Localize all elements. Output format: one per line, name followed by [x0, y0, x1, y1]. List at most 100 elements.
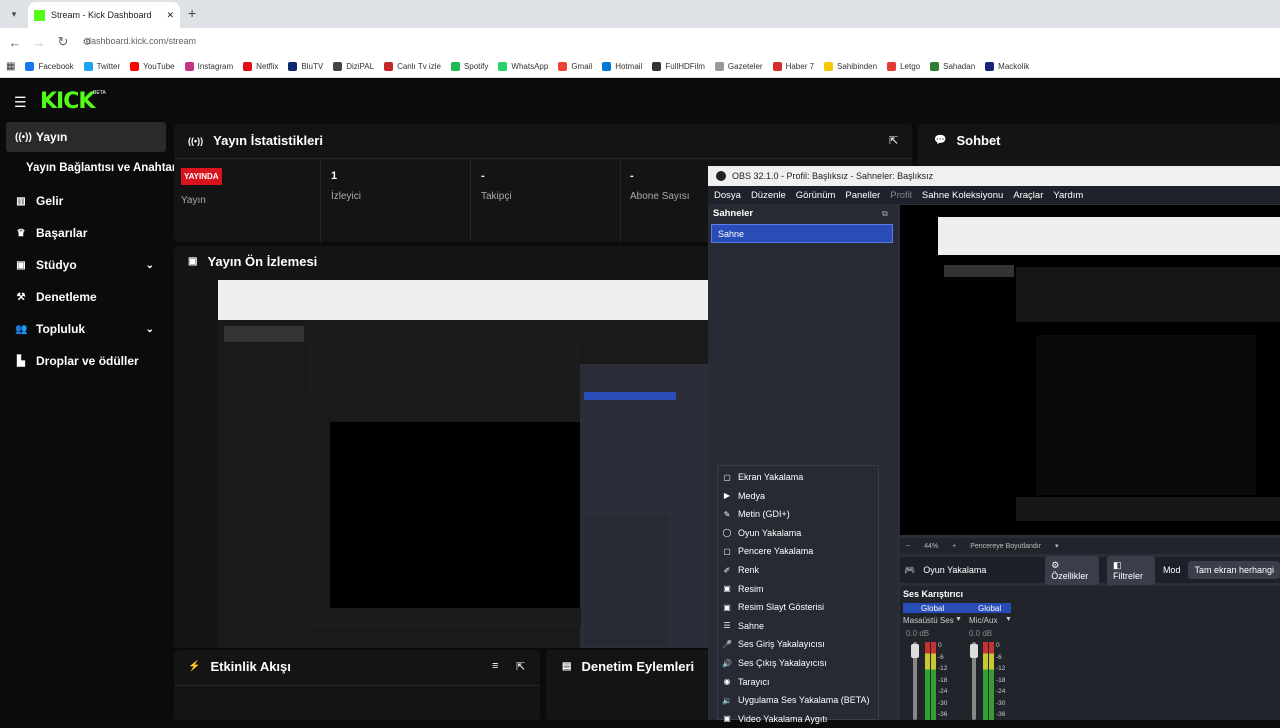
filter-icon: ◧: [1112, 559, 1122, 570]
meter-tick: -6: [996, 653, 1002, 661]
menu-item-source[interactable]: 🔊 Ses Çıkış Yakalayıcısı: [722, 654, 827, 672]
mode-select[interactable]: Tam ekran herhangi: [1188, 561, 1280, 579]
source-type-icon: ▣: [723, 602, 731, 612]
bookmark-icon: [498, 62, 508, 71]
menu-item-source[interactable]: 🎤 Ses Giriş Yakalayıcısı: [722, 635, 825, 653]
bookmark-10[interactable]: Gmail: [558, 62, 592, 71]
source-type-icon: ✎: [723, 509, 731, 519]
expand-icon[interactable]: ⇱: [516, 660, 525, 673]
meter-scale: 0 -6 -12 -18 -24 -30 -36: [938, 640, 952, 721]
kick-logo[interactable]: KICK: [40, 89, 95, 114]
obs-menu-item[interactable]: Araçlar: [1013, 190, 1043, 201]
trophy-icon: ♛: [16, 227, 26, 239]
properties-button[interactable]: ⚙ Özellikler: [1045, 555, 1099, 585]
obs-menu-item[interactable]: Profil: [890, 190, 912, 201]
bookmark-1[interactable]: Twitter: [83, 62, 121, 71]
browser-tab[interactable]: Stream - Kick Dashboard ✕: [28, 2, 180, 28]
bookmark-17[interactable]: Sahadan: [930, 62, 975, 71]
channel-name[interactable]: Masaüstü Ses: [903, 616, 954, 625]
stream-preview[interactable]: [218, 280, 710, 648]
sidebar-item-gelir[interactable]: ▥ Gelir: [6, 186, 166, 216]
obs-menu-item[interactable]: Dosya: [714, 190, 741, 201]
menu-item-source[interactable]: ▣ Resim: [722, 580, 763, 598]
menu-item-source[interactable]: ✐ Renk: [722, 561, 759, 579]
bookmark-7[interactable]: Canlı Tv izle: [384, 62, 441, 71]
obs-menu-item[interactable]: Düzenle: [751, 190, 786, 201]
url-field[interactable]: dashboard.kick.com/stream: [86, 36, 196, 46]
source-type-icon: ◯: [722, 528, 732, 538]
menu-item-source[interactable]: ▣ Resim Slayt Gösterisi: [722, 598, 824, 616]
menu-item-label: Sahne: [738, 620, 765, 631]
filters-button[interactable]: ◧ Filtreler: [1106, 555, 1155, 585]
bookmark-15[interactable]: Sahibinden: [824, 62, 877, 71]
bookmark-11[interactable]: Hotmail: [602, 62, 642, 71]
zoom-in-icon[interactable]: +: [952, 543, 956, 550]
bookmark-14[interactable]: Haber 7: [772, 62, 815, 71]
bookmark-8[interactable]: Spotify: [450, 62, 488, 71]
source-type-icon: 🔉: [722, 695, 732, 705]
chevron-down-icon[interactable]: ▼: [955, 616, 962, 623]
stat-label-izleyici: İzleyici: [331, 191, 362, 202]
bookmark-icon: [450, 62, 460, 71]
sidebar-item-droplar[interactable]: ▙ Droplar ve ödüller: [6, 346, 166, 376]
close-icon[interactable]: ✕: [166, 10, 174, 21]
menu-item-source[interactable]: ▶ Medya: [722, 487, 765, 505]
filter-icon[interactable]: ≡: [492, 660, 498, 672]
sidebar-item-basarilar[interactable]: ♛ Başarılar: [6, 218, 166, 248]
bookmark-5[interactable]: BluTV: [288, 62, 323, 71]
sidebar-item-yayin[interactable]: ((•)) Yayın: [6, 122, 166, 152]
chevron-down-icon[interactable]: ▼: [1005, 616, 1012, 623]
sidebar-item-baglanti[interactable]: Yayın Bağlantısı ve Anahtarı: [26, 162, 180, 174]
back-icon[interactable]: ←: [3, 35, 27, 50]
undock-icon[interactable]: ⧉: [882, 209, 888, 219]
reload-icon[interactable]: ↻: [51, 34, 75, 50]
bookmark-4[interactable]: Netflix: [243, 62, 278, 71]
menu-icon[interactable]: ☰: [14, 94, 27, 111]
menu-item-source[interactable]: ✎ Metin (GDI+): [722, 505, 790, 523]
mode-label: Mod: [1162, 565, 1181, 575]
bookmark-3[interactable]: Instagram: [184, 62, 233, 71]
bookmark-0[interactable]: Facebook: [25, 62, 74, 71]
obs-menu-item[interactable]: Yardım: [1053, 190, 1083, 201]
divider: [174, 158, 912, 159]
sidebar-item-label: Gelir: [36, 194, 64, 208]
menu-item-source[interactable]: ▢ Ekran Yakalama: [722, 468, 803, 486]
bookmark-icon: [887, 62, 897, 71]
menu-item-source[interactable]: ▣ Video Yakalama Aygıtı: [722, 710, 827, 728]
menu-item-source[interactable]: ▢ Pencere Yakalama: [722, 542, 813, 560]
sidebar-item-denetleme[interactable]: ⚒ Denetleme: [6, 282, 166, 312]
bookmark-2[interactable]: YouTube: [130, 62, 175, 71]
tab-search-button[interactable]: ▾: [6, 6, 22, 22]
bookmark-6[interactable]: DiziPAL: [333, 62, 374, 71]
scene-item[interactable]: Sahne: [711, 224, 893, 243]
bookmark-icon: [288, 62, 298, 71]
bookmark-label: Haber 7: [785, 62, 815, 71]
apps-icon[interactable]: ▦: [6, 61, 15, 72]
forward-icon[interactable]: →: [27, 35, 51, 50]
chevron-down-icon[interactable]: ▾: [1055, 542, 1059, 550]
bookmark-16[interactable]: Letgo: [887, 62, 920, 71]
bookmark-9[interactable]: WhatsApp: [498, 62, 548, 71]
volume-knob[interactable]: [970, 644, 978, 658]
bookmark-18[interactable]: Mackolik: [985, 62, 1029, 71]
obs-menu-item[interactable]: Sahne Koleksiyonu: [922, 190, 1003, 201]
expand-icon[interactable]: ⇱: [889, 134, 898, 147]
sidebar-item-topluluk[interactable]: 👥 Topluluk ⌄: [6, 314, 166, 344]
obs-menu-item[interactable]: Görünüm: [796, 190, 836, 201]
bookmark-icon: [184, 62, 194, 71]
menu-item-source[interactable]: 🔉 Uygulama Ses Yakalama (BETA): [722, 691, 870, 709]
bookmark-label: Twitter: [96, 62, 121, 71]
volume-knob[interactable]: [911, 644, 919, 658]
obs-preview[interactable]: [900, 205, 1280, 535]
zoom-out-icon[interactable]: −: [906, 543, 910, 550]
channel-name[interactable]: Mic/Aux: [969, 616, 997, 625]
menu-item-source[interactable]: ☰ Sahne: [722, 617, 764, 635]
menu-item-source[interactable]: ◉ Tarayıcı: [722, 673, 770, 691]
bookmark-12[interactable]: FullHDFilm: [652, 62, 705, 71]
bookmark-13[interactable]: Gazeteler: [714, 62, 763, 71]
obs-menu-item[interactable]: Paneller: [845, 190, 880, 201]
new-tab-button[interactable]: +: [188, 5, 196, 21]
menu-item-source[interactable]: ◯ Oyun Yakalama: [722, 524, 802, 542]
sidebar-item-studyo[interactable]: ▣ Stüdyo ⌄: [6, 250, 166, 280]
zoom-fit[interactable]: Pencereye Boyutlandır: [970, 543, 1041, 550]
